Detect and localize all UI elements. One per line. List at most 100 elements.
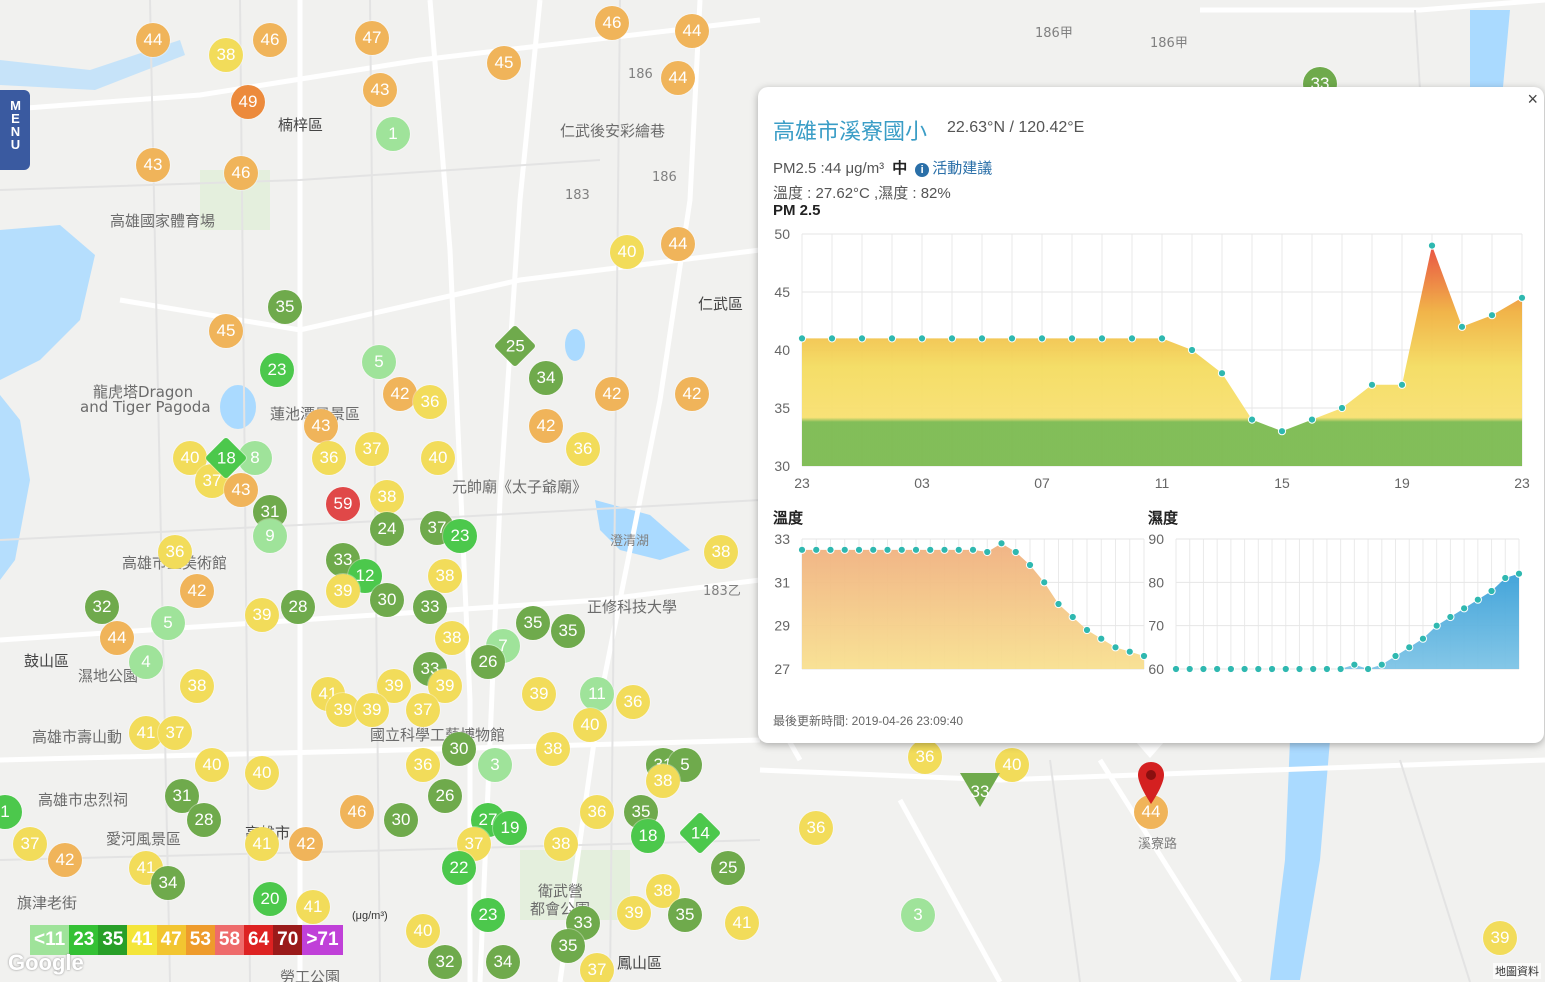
station-marker[interactable]: 42 — [48, 843, 82, 877]
activity-advice-link[interactable]: 活動建議 — [932, 160, 992, 177]
station-marker[interactable]: 36 — [413, 385, 447, 419]
station-marker[interactable]: 59 — [326, 487, 360, 521]
station-marker[interactable]: 46 — [253, 23, 287, 57]
station-marker[interactable]: 33 — [413, 590, 447, 624]
station-marker[interactable]: 38 — [209, 38, 243, 72]
station-marker[interactable]: 39 — [1483, 921, 1517, 955]
station-marker[interactable]: 40 — [995, 748, 1029, 782]
station-marker[interactable]: 30 — [384, 803, 418, 837]
station-marker[interactable]: 1 — [376, 117, 410, 151]
station-marker[interactable]: 20 — [253, 882, 287, 916]
station-marker[interactable]: 36 — [799, 811, 833, 845]
station-marker-triangle[interactable]: 33 — [960, 773, 1000, 809]
station-marker[interactable]: 45 — [487, 46, 521, 80]
station-marker[interactable]: 35 — [516, 606, 550, 640]
station-marker[interactable]: 35 — [551, 614, 585, 648]
station-marker[interactable]: 23 — [471, 898, 505, 932]
station-marker[interactable]: 46 — [340, 795, 374, 829]
station-marker[interactable]: 46 — [224, 156, 258, 190]
station-marker[interactable]: 38 — [435, 621, 469, 655]
station-marker[interactable]: 37 — [355, 432, 389, 466]
station-marker[interactable]: 38 — [180, 669, 214, 703]
station-marker[interactable]: 44 — [136, 23, 170, 57]
menu-button[interactable]: MENU — [0, 90, 30, 170]
station-marker[interactable]: 25 — [711, 851, 745, 885]
station-marker[interactable]: 38 — [428, 559, 462, 593]
close-button[interactable]: × — [1527, 89, 1538, 110]
station-marker[interactable]: 43 — [136, 148, 170, 182]
station-marker[interactable]: 18 — [631, 819, 665, 853]
station-marker[interactable]: 42 — [595, 377, 629, 411]
station-marker[interactable]: 37 — [13, 827, 47, 861]
station-marker[interactable]: 34 — [151, 866, 185, 900]
info-icon[interactable]: i — [915, 163, 930, 177]
station-marker[interactable]: 41 — [725, 906, 759, 940]
station-marker[interactable]: 35 — [268, 290, 302, 324]
station-marker[interactable]: 39 — [355, 693, 389, 727]
station-marker[interactable]: 9 — [253, 519, 287, 553]
station-marker[interactable]: 45 — [209, 314, 243, 348]
station-marker[interactable]: 44 — [100, 621, 134, 655]
station-marker[interactable]: 37 — [158, 716, 192, 750]
station-marker[interactable]: 40 — [421, 441, 455, 475]
location-pin-icon[interactable] — [1136, 760, 1166, 806]
station-marker[interactable]: 41 — [245, 827, 279, 861]
station-marker[interactable]: 5 — [362, 345, 396, 379]
station-marker[interactable]: 4 — [129, 645, 163, 679]
station-marker[interactable]: 3 — [901, 898, 935, 932]
station-marker[interactable]: 24 — [370, 512, 404, 546]
station-marker[interactable]: 36 — [908, 740, 942, 774]
station-marker[interactable]: 26 — [471, 645, 505, 679]
station-name[interactable]: 高雄市溪寮國小 — [773, 114, 927, 146]
station-marker[interactable]: 39 — [245, 598, 279, 632]
station-marker[interactable]: 39 — [522, 677, 556, 711]
station-marker[interactable]: 32 — [85, 590, 119, 624]
station-marker[interactable]: 30 — [370, 583, 404, 617]
station-marker[interactable]: 30 — [442, 732, 476, 766]
station-marker[interactable]: 35 — [668, 898, 702, 932]
station-marker[interactable]: 37 — [406, 693, 440, 727]
station-marker[interactable]: 36 — [616, 685, 650, 719]
station-marker[interactable]: 42 — [180, 574, 214, 608]
station-marker[interactable]: 39 — [326, 574, 360, 608]
station-marker[interactable]: 36 — [158, 535, 192, 569]
station-marker[interactable]: 34 — [486, 945, 520, 979]
station-marker[interactable]: 28 — [187, 803, 221, 837]
station-marker[interactable]: 36 — [580, 795, 614, 829]
station-marker[interactable]: 26 — [428, 779, 462, 813]
station-marker[interactable]: 46 — [595, 6, 629, 40]
station-marker[interactable]: 38 — [370, 480, 404, 514]
station-marker[interactable]: 23 — [260, 353, 294, 387]
station-marker[interactable]: 44 — [675, 14, 709, 48]
station-marker[interactable]: 38 — [704, 535, 738, 569]
station-marker[interactable]: 37 — [580, 953, 614, 982]
station-marker[interactable]: 40 — [406, 914, 440, 948]
station-marker[interactable]: 36 — [312, 441, 346, 475]
map-data-link[interactable]: 地圖資料 — [1493, 963, 1541, 979]
station-marker[interactable]: 43 — [304, 409, 338, 443]
station-marker[interactable]: 36 — [406, 748, 440, 782]
station-marker[interactable]: 35 — [551, 929, 585, 963]
station-marker[interactable]: 42 — [289, 827, 323, 861]
station-marker[interactable]: 32 — [428, 945, 462, 979]
station-marker[interactable]: 44 — [661, 61, 695, 95]
station-marker[interactable]: 49 — [231, 85, 265, 119]
station-marker[interactable]: 43 — [224, 473, 258, 507]
station-marker[interactable]: 40 — [573, 708, 607, 742]
station-marker[interactable]: 28 — [281, 590, 315, 624]
station-marker[interactable]: 42 — [675, 377, 709, 411]
station-marker[interactable]: 40 — [245, 756, 279, 790]
station-marker[interactable]: 39 — [617, 896, 651, 930]
station-marker[interactable]: 47 — [355, 21, 389, 55]
station-marker[interactable]: 11 — [580, 677, 614, 711]
station-marker[interactable]: 38 — [544, 827, 578, 861]
station-marker[interactable]: 38 — [646, 764, 680, 798]
station-marker[interactable]: 41 — [296, 890, 330, 924]
station-marker[interactable]: 44 — [661, 227, 695, 261]
station-marker[interactable]: 36 — [566, 432, 600, 466]
station-marker[interactable]: 42 — [529, 409, 563, 443]
station-marker[interactable]: 34 — [529, 361, 563, 395]
station-marker[interactable]: 3 — [478, 748, 512, 782]
station-marker[interactable]: 40 — [610, 235, 644, 269]
station-marker[interactable]: 22 — [442, 851, 476, 885]
